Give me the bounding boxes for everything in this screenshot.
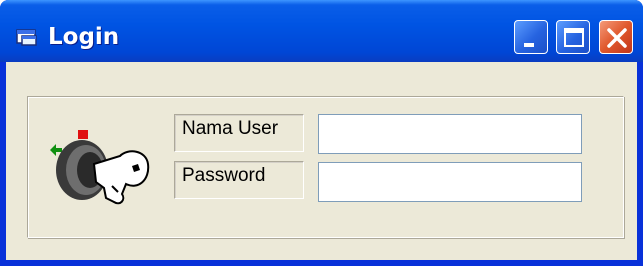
window-title: Login: [48, 24, 120, 50]
username-label: Nama User: [174, 114, 304, 152]
minimize-button[interactable]: [514, 20, 548, 54]
password-input[interactable]: [318, 162, 582, 202]
title-bar[interactable]: Login: [0, 0, 643, 62]
username-input[interactable]: [318, 114, 582, 154]
window-app-icon: [16, 29, 37, 46]
login-window: Login Nama User Password: [0, 0, 643, 266]
lock-key-icon: [50, 130, 150, 205]
minimize-icon: [524, 43, 534, 47]
maximize-button[interactable]: [556, 20, 590, 54]
window-client-area: Nama User Password: [6, 62, 637, 260]
maximize-icon: [564, 28, 584, 47]
password-label: Password: [174, 161, 304, 199]
close-button[interactable]: [599, 20, 633, 54]
close-icon: [607, 28, 627, 48]
